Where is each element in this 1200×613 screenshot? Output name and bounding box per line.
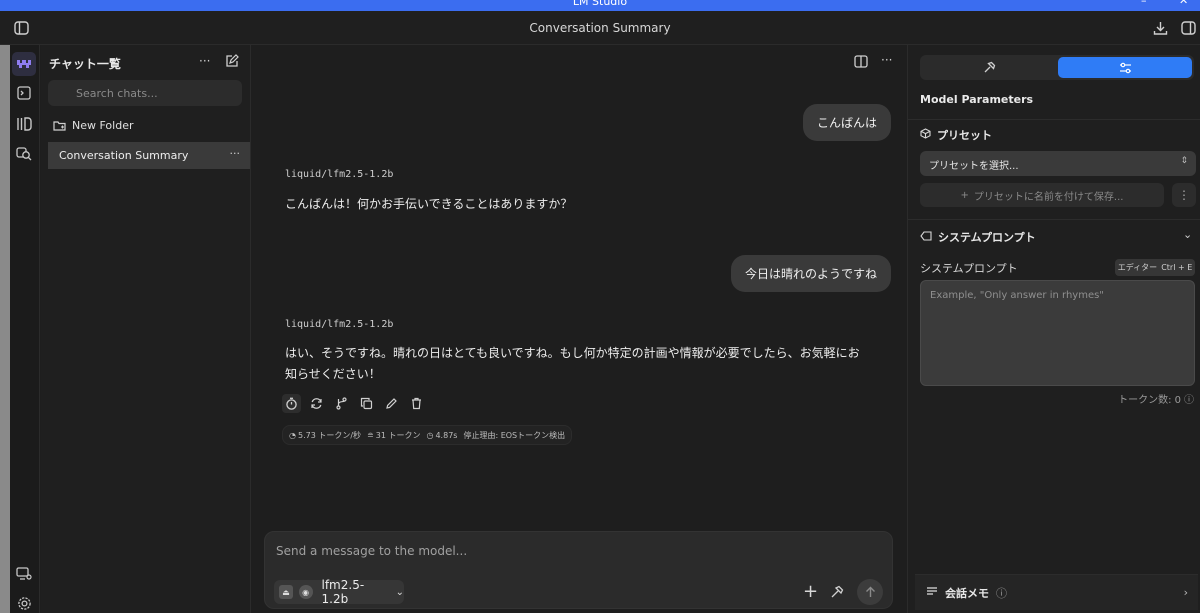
assistant-model-label: liquid/lfm2.5-1.2b <box>285 169 394 180</box>
window-edge <box>0 45 10 613</box>
settings-gear-icon[interactable] <box>12 591 36 613</box>
message-input[interactable]: Send a message to the model... <box>276 544 467 558</box>
top-bar: Conversation Summary <box>0 11 1200 45</box>
toggle-right-panel-icon[interactable] <box>1179 19 1197 37</box>
preset-select[interactable]: プリセットを選択... ⇕ <box>920 151 1196 176</box>
close-icon[interactable]: ✕ <box>1179 0 1188 7</box>
sidebar-more-icon[interactable]: ··· <box>199 54 210 68</box>
hammer-icon <box>984 61 995 73</box>
developer-nav-icon[interactable] <box>12 81 36 105</box>
send-button[interactable] <box>857 579 883 605</box>
settings-panel: Model Parameters プリセット プリセットを選択... ⇕ + プ… <box>907 45 1200 613</box>
model-type-icon: ◉ <box>298 585 313 599</box>
chevron-down-icon: ⌄ <box>395 586 404 598</box>
cube-icon <box>920 128 931 142</box>
delete-trash-icon[interactable] <box>407 394 426 413</box>
system-prompt-section-header[interactable]: システムプロンプト <box>920 229 1036 245</box>
assistant-message: こんばんは！何かお手伝いできることはありますか？ <box>285 197 573 211</box>
token-count: トークン数: 0 ⓘ <box>1118 391 1194 406</box>
save-preset-button[interactable]: + プリセットに名前を付けて保存... <box>920 183 1164 207</box>
open-editor-button[interactable]: エディター Ctrl + E <box>1115 259 1195 276</box>
chat-nav-icon[interactable] <box>12 52 36 76</box>
plus-icon: + <box>960 189 969 201</box>
folder-plus-icon <box>53 120 66 131</box>
preset-section-header: プリセット <box>920 127 992 143</box>
model-selector[interactable]: ⏏ ◉ lfm2.5-1.2b ⌄ <box>274 578 404 606</box>
regenerate-icon[interactable] <box>307 394 326 413</box>
runtime-nav-icon[interactable] <box>12 562 36 586</box>
minimize-icon[interactable]: – <box>1141 0 1147 7</box>
stop-reason-stat: 停止理由: EOSトークン検出 <box>463 430 566 440</box>
chat-more-icon[interactable]: ··· <box>881 53 892 67</box>
chat-area: ··· こんばんは liquid/lfm2.5-1.2b こんばんは！何かお手伝… <box>252 45 907 613</box>
panel-tabs <box>920 55 1194 80</box>
sliders-icon <box>1119 62 1131 73</box>
generation-stats: ◔ 5.73 トークン/秒 ≘ 31 トークン ◷ 4.87s 停止理由: EOSトー… <box>282 425 573 445</box>
download-icon[interactable] <box>1151 19 1169 37</box>
updown-chevron-icon: ⇕ <box>1180 156 1188 166</box>
system-prompt-label: システムプロンプト <box>920 262 1018 275</box>
conversation-item-label: Conversation Summary <box>59 149 189 162</box>
chevron-right-icon: › <box>1183 586 1188 599</box>
user-message: こんばんは <box>803 104 892 141</box>
tab-tools[interactable] <box>922 57 1056 78</box>
new-chat-icon[interactable] <box>225 54 239 71</box>
collapse-chevron-icon[interactable]: ⌄ <box>1183 228 1192 241</box>
assistant-message: はい、そうですね。晴れの日はとても良いですね。もし何か特定の計画や情報が必要でし… <box>285 346 860 381</box>
panel-heading: Model Parameters <box>920 93 1034 106</box>
nav-rail <box>10 45 40 613</box>
conversation-memo-section[interactable]: 会話メモ ⓘ › <box>915 574 1198 610</box>
message-composer[interactable]: Send a message to the model... ⏏ ◉ lfm2.… <box>264 531 893 609</box>
discover-nav-icon[interactable] <box>12 141 36 165</box>
notes-lines-icon <box>926 586 938 599</box>
gauge-icon: ◔ <box>289 430 296 440</box>
divider <box>908 119 1200 120</box>
conversation-title: Conversation Summary <box>529 21 671 35</box>
memo-help-icon[interactable]: ⓘ <box>996 585 1007 601</box>
new-folder-button[interactable]: New Folder <box>53 119 133 132</box>
conversation-item[interactable]: Conversation Summary ··· <box>48 142 250 169</box>
models-nav-icon[interactable] <box>12 112 36 136</box>
clock-icon: ◷ <box>426 430 434 440</box>
copy-icon[interactable] <box>357 394 376 413</box>
prompt-tag-icon <box>920 230 932 244</box>
help-icon[interactable]: ⓘ <box>1184 391 1194 406</box>
search-chats-input[interactable] <box>48 80 242 106</box>
divider <box>908 219 1200 220</box>
stopwatch-icon[interactable] <box>282 394 301 413</box>
message-actions <box>282 394 426 413</box>
conversation-more-icon[interactable]: ··· <box>230 147 241 160</box>
split-view-icon[interactable] <box>854 55 868 71</box>
window-title: LM Studio <box>572 0 628 8</box>
window-titlebar: LM Studio – ✕ <box>0 0 1200 11</box>
token-icon: ≘ <box>367 430 374 440</box>
preset-more-icon[interactable]: ⋮ <box>1172 183 1196 207</box>
sidebar-title: チャット一覧 <box>49 57 121 71</box>
system-prompt-textarea[interactable] <box>920 280 1195 386</box>
user-message: 今日は晴れのようですね <box>731 255 892 292</box>
chats-sidebar: チャット一覧 ··· New Folder Conversation Summa… <box>41 45 251 613</box>
attach-plus-icon[interactable]: + <box>803 581 818 602</box>
model-lock-icon: ⏏ <box>279 585 293 599</box>
tab-parameters[interactable] <box>1058 57 1192 78</box>
edit-pencil-icon[interactable] <box>382 394 401 413</box>
new-folder-label: New Folder <box>72 119 134 132</box>
tools-hammer-icon[interactable] <box>830 585 844 602</box>
branch-icon[interactable] <box>332 394 351 413</box>
assistant-model-label: liquid/lfm2.5-1.2b <box>285 319 394 330</box>
token-stat: ≘ 31 トークン <box>367 430 421 440</box>
speed-stat: ◔ 5.73 トークン/秒 <box>289 430 362 440</box>
time-stat: ◷ 4.87s <box>426 430 458 440</box>
arrow-up-icon <box>865 586 875 597</box>
model-name: lfm2.5-1.2b <box>321 578 365 606</box>
